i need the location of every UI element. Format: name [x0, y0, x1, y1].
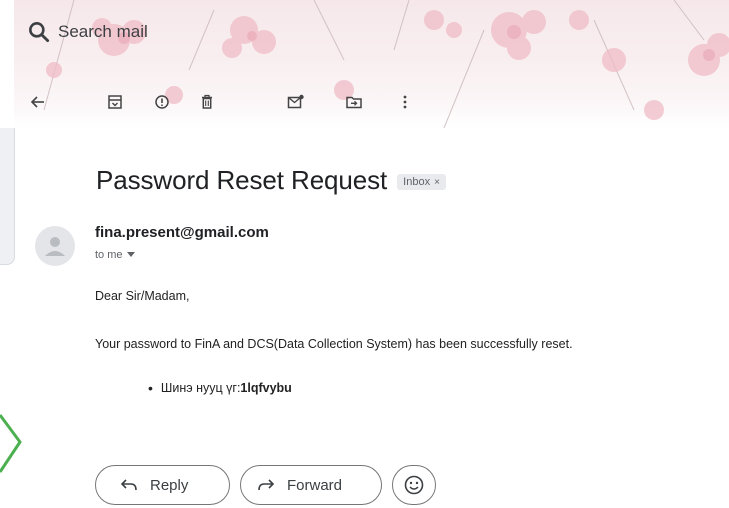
back-button[interactable] — [24, 88, 52, 116]
person-icon — [45, 237, 65, 256]
reply-icon — [120, 479, 137, 491]
smiley-icon — [404, 475, 424, 495]
search-bar[interactable]: Search mail — [14, 14, 704, 50]
password-bullet: • Шинэ нууц үг: 1lqfvybu — [148, 380, 292, 396]
forward-icon — [258, 479, 275, 491]
archive-button[interactable] — [101, 88, 129, 116]
search-icon[interactable] — [26, 19, 52, 45]
remove-label-icon[interactable]: × — [434, 177, 440, 188]
back-arrow-icon — [30, 96, 44, 108]
forward-label: Forward — [287, 476, 343, 494]
recipient-line: to me — [95, 249, 123, 261]
mark-unread-icon — [287, 94, 304, 109]
chevron-down-icon — [126, 252, 135, 257]
delete-button[interactable] — [193, 88, 221, 116]
green-chevron-icon — [0, 414, 22, 473]
report-spam-icon — [155, 95, 169, 109]
search-input[interactable]: Search mail — [58, 22, 148, 42]
recipient-details-toggle[interactable]: to me — [95, 249, 135, 261]
reply-button[interactable]: Reply — [95, 465, 230, 505]
sender-email[interactable]: fina.present@gmail.com — [95, 224, 269, 241]
new-password-label: Шинэ нууц үг: — [160, 381, 241, 395]
message-toolbar — [0, 88, 729, 118]
new-password-value: 1lqfvybu — [240, 381, 292, 395]
inbox-label-chip[interactable]: Inbox × — [397, 174, 446, 190]
move-to-button[interactable] — [340, 88, 368, 116]
left-side-panel — [0, 128, 15, 265]
move-to-icon — [346, 96, 362, 109]
more-icon — [403, 95, 407, 109]
email-body-line: Your password to FinA and DCS(Data Colle… — [95, 337, 573, 351]
bullet-dot: • — [148, 380, 153, 396]
reply-label: Reply — [150, 476, 189, 494]
report-spam-button[interactable] — [148, 88, 176, 116]
mark-unread-button[interactable] — [282, 88, 310, 116]
avatar[interactable] — [35, 226, 75, 266]
forward-button[interactable]: Forward — [240, 465, 382, 505]
email-subject: Password Reset Request — [96, 164, 388, 195]
more-options-button[interactable] — [391, 88, 419, 116]
subject-row: Password Reset Request Inbox × — [96, 160, 446, 200]
delete-icon — [202, 94, 212, 109]
archive-icon — [108, 95, 122, 109]
emoji-reaction-button[interactable] — [392, 465, 436, 505]
inbox-label-text: Inbox — [403, 176, 431, 188]
email-greeting: Dear Sir/Madam, — [95, 289, 190, 303]
